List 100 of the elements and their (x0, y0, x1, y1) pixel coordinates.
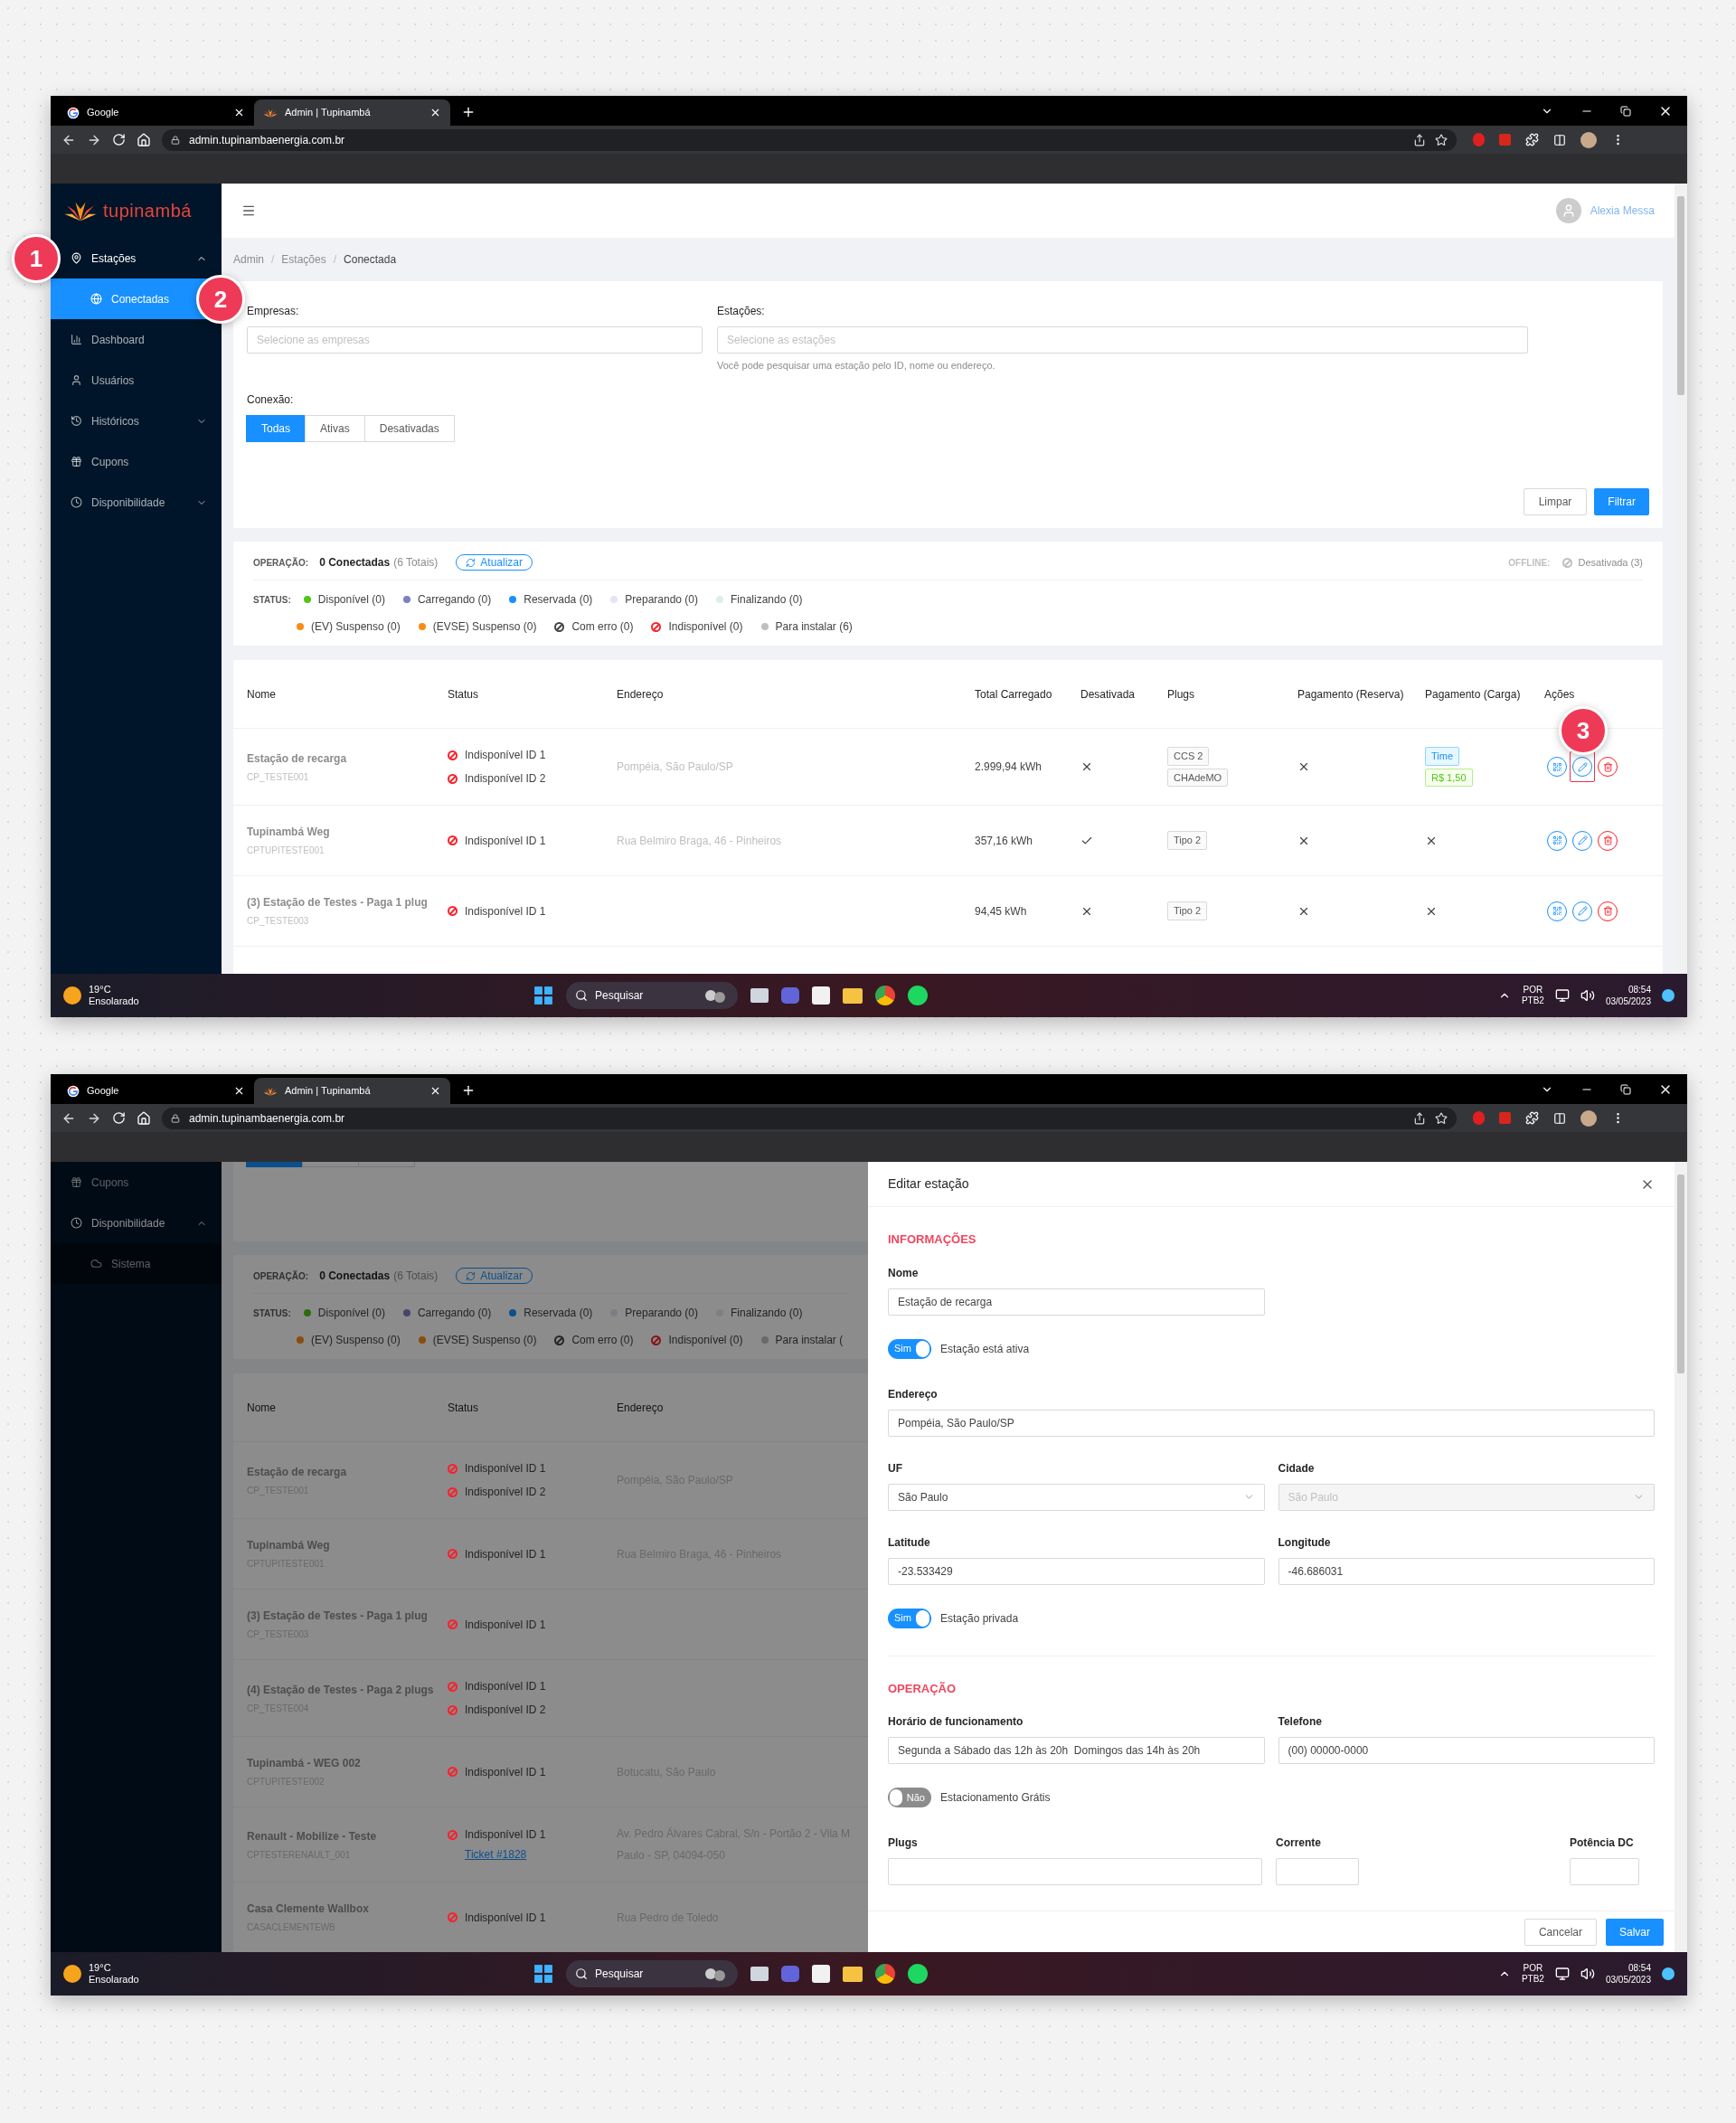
sidebar-item[interactable]: Disponibilidade (51, 482, 222, 523)
text-field[interactable]: -23.533429 (888, 1557, 1265, 1585)
status-legend-label: Finalizando (0) (731, 1306, 803, 1321)
profile-avatar[interactable] (1580, 131, 1597, 148)
sidebar-item[interactable]: Disponibilidade (51, 1203, 222, 1243)
folder-icon[interactable] (843, 987, 863, 1004)
extension-icon[interactable] (1473, 133, 1485, 146)
connection-tab[interactable]: Desativadas (363, 414, 455, 442)
select-field[interactable]: São Paulo (888, 1483, 1265, 1511)
network-icon[interactable] (1554, 1967, 1570, 1981)
status-text: Indisponível ID 1 (465, 1546, 546, 1562)
text-field[interactable]: -46.686031 (1278, 1557, 1655, 1585)
sidebar-item[interactable]: Usuários (51, 360, 222, 401)
browser-tab[interactable]: Admin | Tupinambá (254, 99, 450, 126)
extensions-icon[interactable] (1525, 133, 1539, 146)
station-select[interactable]: Selecione as estações (717, 326, 1528, 354)
bookmark-star-icon[interactable] (1435, 1111, 1448, 1125)
network-icon[interactable] (1554, 988, 1570, 1003)
menu-icon[interactable] (241, 203, 256, 218)
scrollbar[interactable] (1675, 1162, 1687, 1952)
operation-label: OPERAÇÃO: (253, 556, 309, 570)
browser-icon[interactable] (875, 1964, 895, 1984)
reload-icon[interactable] (112, 133, 126, 146)
cancel-button[interactable]: Cancelar (1524, 1918, 1597, 1946)
total-charged: 357,16 kWh (975, 833, 1034, 849)
browser-tab[interactable]: Google (58, 1078, 254, 1104)
station-name: Estação de recarga (247, 750, 348, 767)
clear-button[interactable]: Limpar (1523, 488, 1588, 515)
station-name: Renault - Mobilize - Teste (247, 1828, 378, 1845)
status-text: Indisponível ID 1 (465, 1461, 546, 1477)
chat-icon[interactable] (781, 987, 799, 1004)
restore-icon[interactable] (1620, 1083, 1631, 1095)
breadcrumb-link[interactable]: Conectada (344, 251, 397, 268)
address-bar[interactable]: admin.tupinambaenergia.com.br (162, 128, 1457, 151)
ban-icon (448, 773, 458, 784)
text-field[interactable]: Estação de recarga (888, 1288, 1265, 1316)
browser-icon[interactable] (875, 986, 895, 1005)
profile-avatar[interactable] (1580, 1109, 1597, 1127)
browser-tab[interactable]: Admin | Tupinambá (254, 1078, 450, 1104)
connection-tab[interactable]: Ativas (305, 414, 365, 442)
status-legend-label: Finalizando (0) (731, 592, 803, 608)
music-app-icon[interactable] (908, 1964, 928, 1984)
weather-label: Ensolarado (89, 995, 139, 1007)
side-panel-icon[interactable] (1553, 133, 1566, 146)
field-label: Telefone (1278, 1714, 1323, 1730)
status-text: Indisponível ID 1 (465, 748, 546, 763)
extension-icon[interactable] (1473, 1111, 1485, 1125)
volume-icon[interactable] (1580, 988, 1595, 1003)
station-name: Estação de recarga (247, 1464, 348, 1480)
restore-icon[interactable] (1620, 105, 1631, 117)
home-icon[interactable] (137, 132, 151, 147)
text-field[interactable]: Pompéia, São Paulo/SP (888, 1409, 1655, 1437)
sidebar-item[interactable]: Cupons (51, 441, 222, 482)
station-name: Tupinambá Weg (247, 1538, 331, 1553)
close-icon[interactable] (429, 107, 441, 118)
column-header: Ações (1544, 686, 1576, 703)
share-icon[interactable] (1413, 133, 1426, 146)
side-panel-icon[interactable] (1553, 1111, 1566, 1125)
reload-icon[interactable] (112, 1111, 126, 1125)
chat-icon[interactable] (781, 1966, 799, 1982)
taskbar-search-field[interactable]: Pesquisar (566, 1960, 738, 1987)
bookmark-star-icon[interactable] (1435, 133, 1448, 146)
windows-icon[interactable] (533, 1964, 553, 1984)
taskbar-search-field[interactable]: Pesquisar (566, 982, 738, 1009)
column-header: Status (448, 1400, 480, 1416)
url-text: admin.tupinambaenergia.com.br (189, 132, 345, 148)
new-tab-icon[interactable] (461, 1083, 476, 1098)
close-icon[interactable] (233, 107, 245, 118)
notification-icon[interactable] (1662, 989, 1675, 1002)
text-field[interactable]: (00) 00000-0000 (1278, 1737, 1655, 1764)
ban-icon (448, 1463, 458, 1474)
field-label: Latitude (888, 1534, 931, 1551)
music-app-icon[interactable] (908, 986, 928, 1005)
windows-icon[interactable] (533, 986, 553, 1005)
share-icon[interactable] (1413, 1111, 1426, 1125)
field-label: Potência DC (1570, 1835, 1635, 1851)
field-label: Endereço (888, 1386, 939, 1402)
browser-tab[interactable]: Google (58, 99, 254, 126)
volume-icon[interactable] (1580, 1967, 1595, 1981)
text-field[interactable]: Segunda a Sábado das 12h às 20h Domingos das 14h às 20h (888, 1737, 1265, 1764)
station-code: CP_TESTE003 (247, 915, 310, 928)
address-bar[interactable]: admin.tupinambaenergia.com.br (162, 1107, 1457, 1129)
folder-icon[interactable] (843, 1966, 863, 1982)
column-header: Total Carregado (975, 686, 1053, 703)
new-tab-icon[interactable] (461, 105, 476, 119)
home-icon[interactable] (137, 1110, 151, 1126)
close-icon[interactable] (233, 1085, 245, 1097)
temperature: 19°C (89, 984, 112, 995)
scrollbar[interactable] (1675, 184, 1687, 974)
google-logo-icon (67, 106, 80, 119)
company-select[interactable]: Selecione as empresas (247, 326, 703, 354)
status-text: Indisponível ID 1 (465, 1679, 546, 1694)
sidebar-item[interactable]: Históricos (51, 401, 222, 441)
plug-tag: Tipo 2 (1167, 831, 1208, 850)
extensions-icon[interactable] (1525, 1111, 1539, 1125)
notification-icon[interactable] (1662, 1967, 1675, 1980)
column-header: Endereço (617, 686, 665, 703)
plugs-field[interactable] (888, 1858, 1262, 1885)
language-label: POR (1523, 1963, 1543, 1974)
close-icon[interactable] (429, 1085, 441, 1097)
